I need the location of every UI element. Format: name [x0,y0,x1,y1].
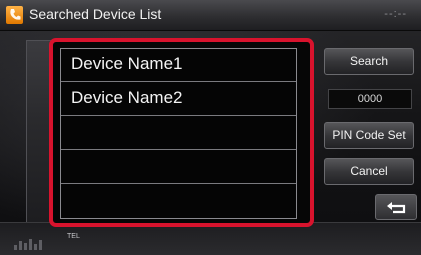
device-list-item[interactable]: Device Name1 [61,49,296,82]
pin-code-field: 0000 [328,89,412,109]
back-button[interactable] [375,194,417,220]
title-bar: Searched Device List --:-- [0,0,421,31]
search-button[interactable]: Search [324,48,414,75]
device-name: Device Name1 [71,54,183,73]
device-list-item[interactable] [61,185,296,218]
device-list-item[interactable] [61,151,296,184]
cancel-button[interactable]: Cancel [324,158,414,185]
signal-bars-icon [14,238,42,250]
source-label: TEL [67,233,80,240]
screen: Searched Device List --:-- TEL Device Na… [0,0,421,255]
return-arrow-icon [387,202,406,214]
device-list: Device Name1 Device Name2 [60,48,297,219]
phone-handset-icon [6,6,23,24]
device-name: Device Name2 [71,88,183,107]
device-list-highlight: Device Name1 Device Name2 [49,38,314,227]
page-title: Searched Device List [29,6,162,22]
device-list-item[interactable]: Device Name2 [61,83,296,116]
device-list-item[interactable] [61,117,296,150]
clock-display: --:-- [384,8,407,20]
pin-code-set-button[interactable]: PIN Code Set [324,122,414,149]
